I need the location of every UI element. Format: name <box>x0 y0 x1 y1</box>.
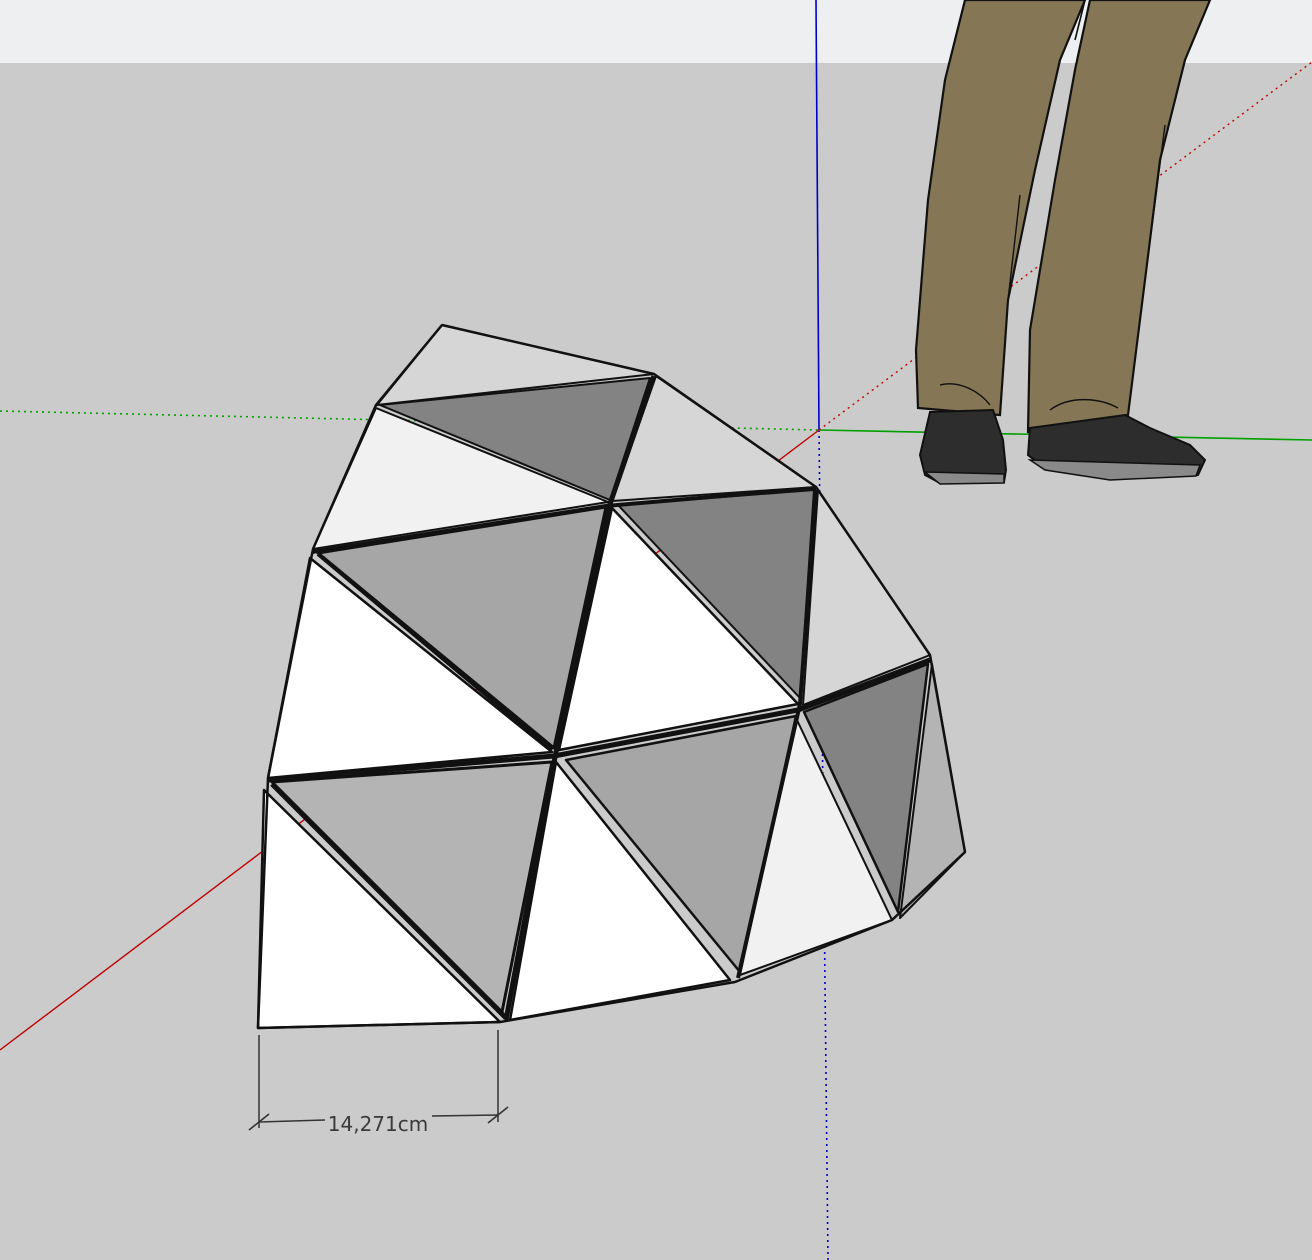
left-shoe-sole <box>922 471 1005 485</box>
sketchup-viewport[interactable]: 14,271cm <box>0 0 1312 1260</box>
dimension-label: 14,271cm <box>328 1112 428 1136</box>
3d-scene-canvas[interactable]: 14,271cm <box>0 0 1312 1260</box>
dimension-line <box>431 1114 499 1117</box>
